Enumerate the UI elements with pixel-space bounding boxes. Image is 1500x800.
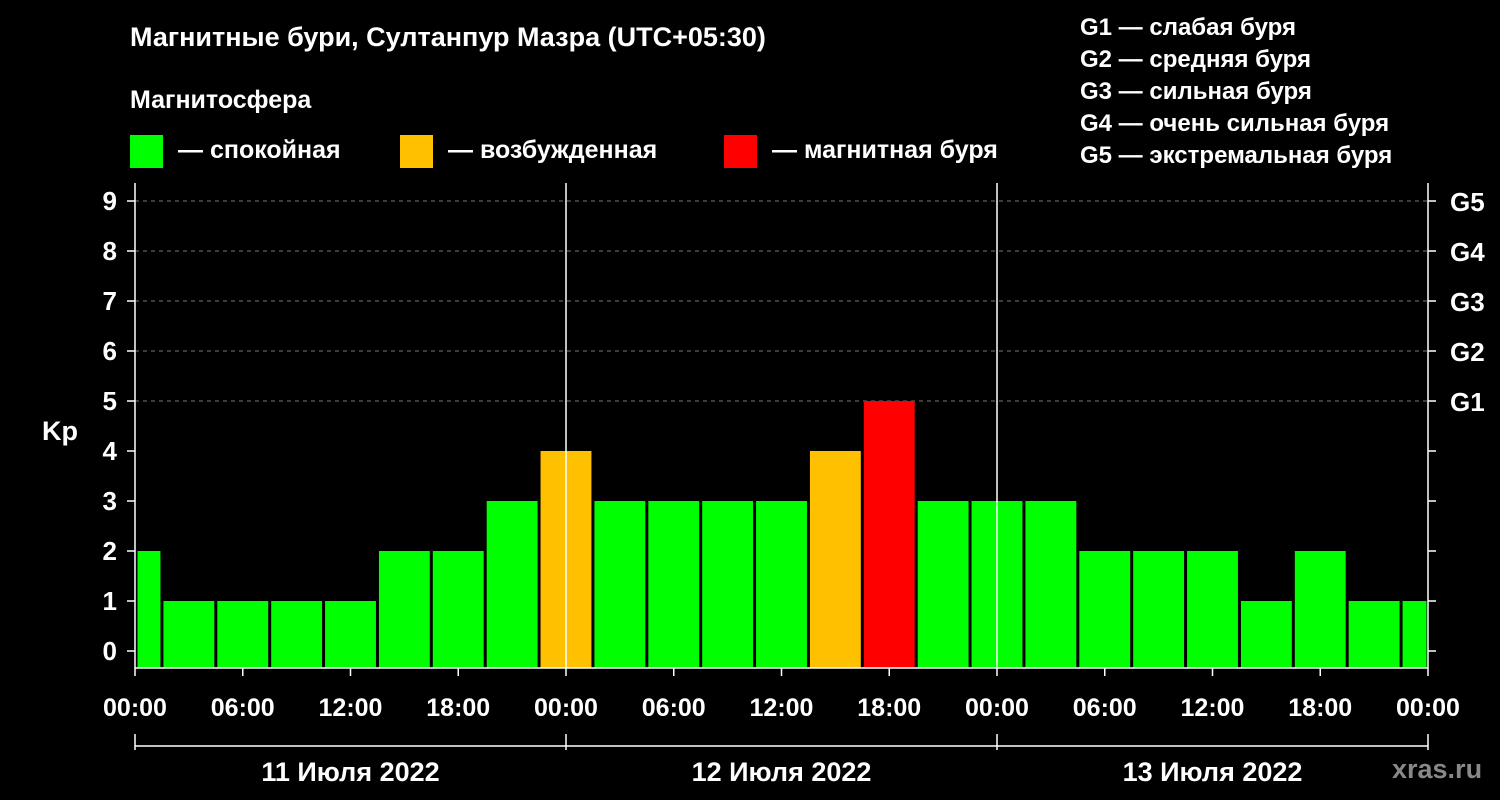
y-tick-label: 9 [103,186,117,216]
watermark: xras.ru [1392,754,1483,784]
kp-bar [163,601,215,668]
y-tick-label: 1 [103,586,117,616]
kp-bar [1240,601,1292,668]
y-tick-label: 2 [103,536,117,566]
y-tick-label: 3 [103,486,117,516]
y-tick-label: 5 [103,386,117,416]
x-tick-label: 06:00 [642,694,706,722]
kp-bar [1079,551,1131,668]
day-label: 13 Июля 2022 [1123,757,1303,787]
x-tick-label: 06:00 [211,694,275,722]
kp-bar [1187,551,1238,668]
x-tick-label: 18:00 [857,694,921,722]
kp-bar [756,501,807,668]
y-tick-label: 6 [103,336,117,366]
g-level-label: G4 [1450,237,1485,267]
kp-bar [1133,551,1185,668]
x-tick-label: 18:00 [1288,694,1352,722]
x-tick-label: 00:00 [965,694,1029,722]
kp-bar [863,401,915,668]
kp-bar [702,501,754,668]
kp-bar [1025,501,1077,668]
g-level-label: G1 [1450,387,1485,417]
kp-bar [809,451,861,668]
x-tick-label: 12:00 [1181,694,1245,722]
kp-bar [1294,551,1346,668]
g-level-label: G5 [1450,187,1485,217]
x-tick-label: 00:00 [1396,694,1460,722]
x-tick-label: 00:00 [103,694,167,722]
x-tick-label: 12:00 [750,694,814,722]
g-level-label: G3 [1450,287,1485,317]
y-tick-label: 0 [103,636,117,666]
kp-bar [378,551,430,668]
day-label: 11 Июля 2022 [261,757,439,787]
kp-bar [432,551,484,668]
y-tick-label: 8 [103,236,117,266]
kp-bar [1402,601,1427,668]
kp-bar [917,501,969,668]
x-tick-label: 00:00 [534,694,598,722]
x-tick-label: 06:00 [1073,694,1137,722]
kp-bar [1348,601,1400,668]
kp-chart: 0 1 2 3 4 5 6 7 8 9 G1 G2 G3 G4 G5 Kp 00:00 06:00 12:00 18:… [42,183,1485,787]
x-tick-label: 18:00 [426,694,490,722]
kp-bar [594,501,646,668]
kp-bar [325,601,376,668]
kp-bar [648,501,700,668]
kp-bar [271,601,323,668]
x-tick-label: 12:00 [319,694,383,722]
g-level-label: G2 [1450,337,1485,367]
y-tick-label: 4 [103,436,118,466]
kp-bar [486,501,538,668]
kp-bar [137,551,161,668]
kp-bar [217,601,269,668]
day-label: 12 Июля 2022 [692,757,872,787]
y-tick-label: 7 [103,286,117,316]
y-axis-title: Kp [42,416,78,446]
